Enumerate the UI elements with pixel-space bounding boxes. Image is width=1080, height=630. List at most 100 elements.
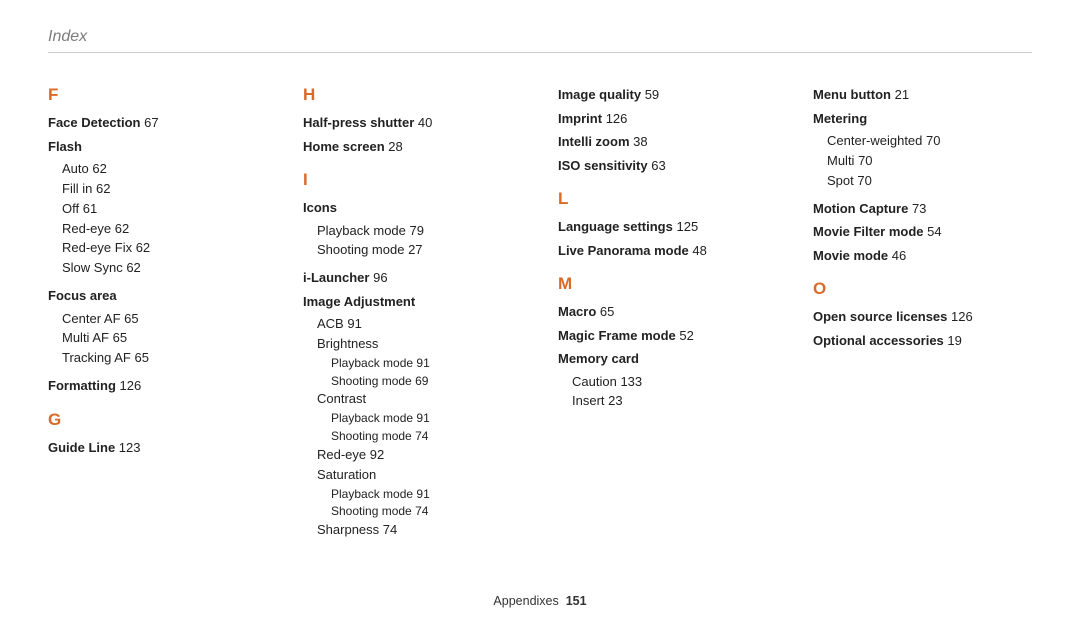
sub-multi-af: Multi AF 65 <box>48 329 267 348</box>
label: Center AF <box>62 311 121 326</box>
entry-formatting: Formatting 126 <box>48 376 267 396</box>
sub-slowsync: Slow Sync 62 <box>48 259 267 278</box>
column-4: Menu button 21 Metering Center-weighted … <box>813 85 1032 548</box>
page-ref: 73 <box>912 201 926 216</box>
column-1: F Face Detection 67 Flash Auto 62 Fill i… <box>48 85 267 548</box>
label: Insert <box>572 393 605 408</box>
entry-movie-filter: Movie Filter mode 54 <box>813 222 1032 242</box>
label: Movie mode <box>813 248 888 263</box>
entry-image-adjustment: Image Adjustment <box>303 292 522 312</box>
page-ref: 48 <box>692 243 706 258</box>
column-3: Image quality 59 Imprint 126 Intelli zoo… <box>558 85 777 548</box>
letter-g: G <box>48 410 267 430</box>
label: Home screen <box>303 139 385 154</box>
label: Face Detection <box>48 115 140 130</box>
page-ref: 74 <box>415 429 428 443</box>
letter-h: H <box>303 85 522 105</box>
entry-open-source: Open source licenses 126 <box>813 307 1032 327</box>
sub-multi: Multi 70 <box>813 152 1032 171</box>
entry-flash: Flash <box>48 137 267 157</box>
index-columns: F Face Detection 67 Flash Auto 62 Fill i… <box>48 85 1032 548</box>
label: Red-eye <box>62 221 111 236</box>
label: Slow Sync <box>62 260 123 275</box>
page-ref: 70 <box>926 133 940 148</box>
sub2-contrast-playback: Playback mode 91 <box>303 410 522 427</box>
entry-focus-area: Focus area <box>48 286 267 306</box>
entry-imprint: Imprint 126 <box>558 109 777 129</box>
sub-center-weighted: Center-weighted 70 <box>813 132 1032 151</box>
page-ref: 62 <box>115 221 129 236</box>
page-ref: 92 <box>370 447 384 462</box>
page-ref: 79 <box>410 223 424 238</box>
label: Shooting mode <box>331 374 412 388</box>
page-ref: 62 <box>126 260 140 275</box>
page-ref: 38 <box>633 134 647 149</box>
page-ref: 46 <box>892 248 906 263</box>
label: Spot <box>827 173 854 188</box>
label: Macro <box>558 304 596 319</box>
letter-l: L <box>558 189 777 209</box>
letter-m: M <box>558 274 777 294</box>
label: Intelli zoom <box>558 134 630 149</box>
footer: Appendixes 151 <box>0 594 1080 608</box>
page-ref: 126 <box>951 309 973 324</box>
page-ref: 23 <box>608 393 622 408</box>
sub-acb: ACB 91 <box>303 315 522 334</box>
sub2-sat-shooting: Shooting mode 74 <box>303 503 522 520</box>
label: ACB <box>317 316 344 331</box>
sub-redeye: Red-eye 92 <box>303 446 522 465</box>
label: Red-eye Fix <box>62 240 132 255</box>
page-ref: 74 <box>415 504 428 518</box>
column-2: H Half-press shutter 40 Home screen 28 I… <box>303 85 522 548</box>
page-ref: 62 <box>136 240 150 255</box>
sub-off: Off 61 <box>48 200 267 219</box>
label: i-Launcher <box>303 270 369 285</box>
page-ref: 123 <box>119 440 141 455</box>
page-ref: 133 <box>620 374 642 389</box>
page-ref: 91 <box>416 356 429 370</box>
sub-redeye: Red-eye 62 <box>48 220 267 239</box>
letter-i: I <box>303 170 522 190</box>
label: Motion Capture <box>813 201 908 216</box>
sub-tracking-af: Tracking AF 65 <box>48 349 267 368</box>
sub2-sat-playback: Playback mode 91 <box>303 486 522 503</box>
sub-icons-playback: Playback mode 79 <box>303 222 522 241</box>
label: Center-weighted <box>827 133 922 148</box>
page-ref: 69 <box>415 374 428 388</box>
sub2-bright-playback: Playback mode 91 <box>303 355 522 372</box>
label: Multi AF <box>62 330 109 345</box>
label: Playback mode <box>331 411 413 425</box>
entry-face-detection: Face Detection 67 <box>48 113 267 133</box>
page-ref: 126 <box>606 111 628 126</box>
label: Live Panorama mode <box>558 243 689 258</box>
page-ref: 91 <box>416 411 429 425</box>
sub-fillin: Fill in 62 <box>48 180 267 199</box>
entry-memory-card: Memory card <box>558 349 777 369</box>
page-ref: 125 <box>676 219 698 234</box>
label: Tracking AF <box>62 350 131 365</box>
sub-saturation: Saturation <box>303 466 522 485</box>
page-ref: 74 <box>383 522 397 537</box>
page-ref: 91 <box>416 487 429 501</box>
page-ref: 19 <box>947 333 961 348</box>
entry-iso: ISO sensitivity 63 <box>558 156 777 176</box>
page-ref: 65 <box>135 350 149 365</box>
page-ref: 65 <box>600 304 614 319</box>
label: Auto <box>62 161 89 176</box>
page-ref: 70 <box>857 173 871 188</box>
label: Shooting mode <box>331 504 412 518</box>
entry-macro: Macro 65 <box>558 302 777 322</box>
label: Shooting mode <box>317 242 404 257</box>
label: Caution <box>572 374 617 389</box>
entry-movie-mode: Movie mode 46 <box>813 246 1032 266</box>
sub-icons-shooting: Shooting mode 27 <box>303 241 522 260</box>
sub-redeyefix: Red-eye Fix 62 <box>48 239 267 258</box>
label: Language settings <box>558 219 673 234</box>
page-ref: 65 <box>113 330 127 345</box>
label: Playback mode <box>317 223 406 238</box>
entry-image-quality: Image quality 59 <box>558 85 777 105</box>
sub-auto: Auto 62 <box>48 160 267 179</box>
page-title: Index <box>48 28 1032 53</box>
entry-live-panorama: Live Panorama mode 48 <box>558 241 777 261</box>
entry-language: Language settings 125 <box>558 217 777 237</box>
